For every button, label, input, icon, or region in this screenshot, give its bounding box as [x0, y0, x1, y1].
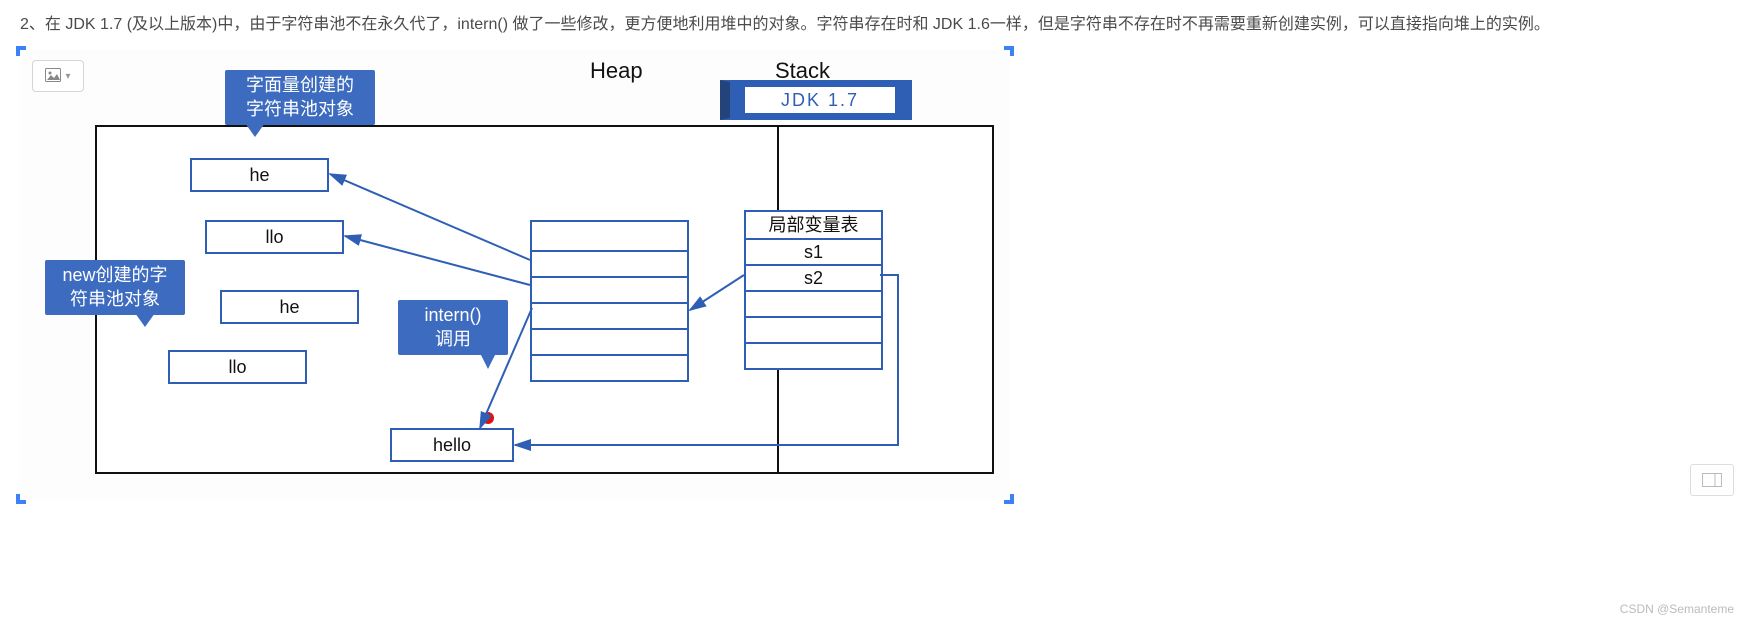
chevron-down-icon: ▾ [65, 71, 70, 82]
watermark-text: CSDN @Semanteme [1620, 602, 1734, 616]
image-selection-frame[interactable]: ▾ JDK 1.7 Heap Stack he llo he llo hello… [20, 50, 1010, 500]
heap-label: Heap [590, 58, 643, 84]
stack-row [746, 290, 881, 316]
diagram-canvas: ▾ JDK 1.7 Heap Stack he llo he llo hello… [20, 50, 1010, 500]
jdk-version-badge: JDK 1.7 [720, 80, 912, 120]
string-object-he-2: he [220, 290, 359, 324]
description-paragraph: 2、在 JDK 1.7 (及以上版本)中，由于字符串池不在永久代了，intern… [20, 10, 1744, 40]
jdk-version-text: JDK 1.7 [745, 87, 895, 113]
callout-literal: 字面量创建的 字符串池对象 [225, 70, 375, 125]
pool-row [532, 354, 687, 380]
string-object-hello: hello [390, 428, 514, 462]
stack-label: Stack [775, 58, 830, 84]
layout-toggle-button[interactable] [1690, 464, 1734, 496]
columns-icon [1702, 473, 1722, 487]
stack-row: s1 [746, 238, 881, 264]
string-object-llo-2: llo [168, 350, 307, 384]
pool-row [532, 276, 687, 302]
pool-row [532, 328, 687, 354]
pool-row [532, 222, 687, 250]
local-variable-table: 局部变量表 s1 s2 [744, 210, 883, 370]
stack-row [746, 342, 881, 368]
pool-row [532, 302, 687, 328]
string-pool-table [530, 220, 689, 382]
string-object-llo: llo [205, 220, 344, 254]
image-options-button[interactable]: ▾ [32, 60, 84, 92]
stack-row [746, 316, 881, 342]
stack-table-title: 局部变量表 [746, 212, 881, 238]
string-object-he: he [190, 158, 329, 192]
image-icon [45, 68, 61, 85]
pool-row [532, 250, 687, 276]
callout-new: new创建的字符串池对象 [45, 260, 185, 315]
callout-intern: intern() 调用 [398, 300, 508, 355]
stack-row: s2 [746, 264, 881, 290]
